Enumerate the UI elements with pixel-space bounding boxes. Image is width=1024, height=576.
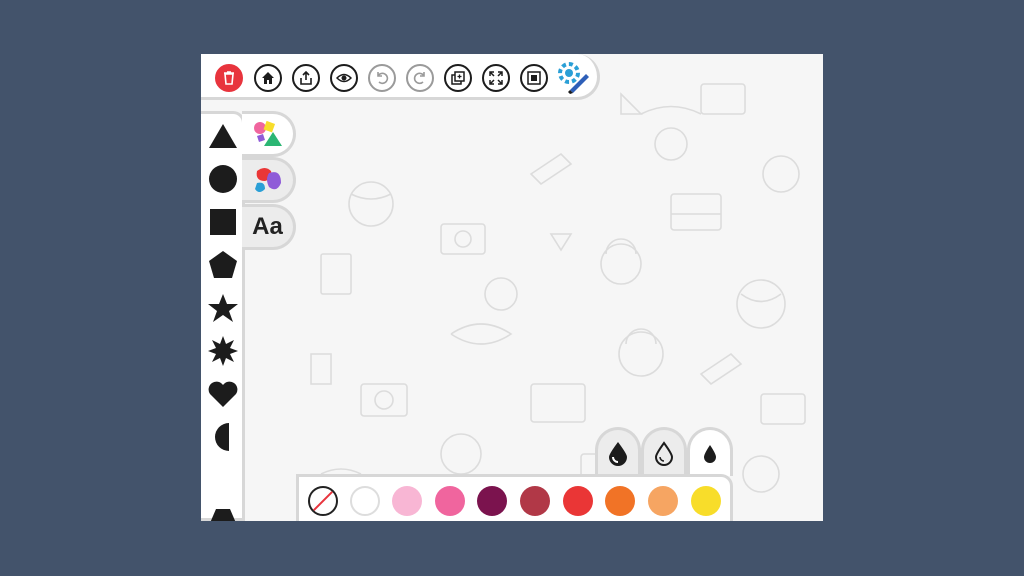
swatch-crimson[interactable] [520,486,550,516]
share-icon [300,70,312,85]
square-shape[interactable] [207,206,239,238]
crescent-shape[interactable] [207,464,239,496]
half-circle-shape[interactable] [207,421,239,453]
swatch-orange[interactable] [605,486,635,516]
text-tab-label: Aa [252,213,283,240]
swatch-light-orange[interactable] [648,486,678,516]
trapezoid-icon [210,509,236,521]
undo-button[interactable] [368,64,396,92]
expand-icon [489,71,503,85]
undo-icon [377,72,389,85]
opacity-full-tab[interactable] [595,427,641,476]
swatch-pink[interactable] [435,486,465,516]
triangle-shape[interactable] [207,120,239,152]
canvas-app: Aa [201,54,823,521]
tab-shapes[interactable] [242,111,296,157]
preview-button[interactable] [330,64,358,92]
blobs-icon [254,168,281,192]
swatch-white[interactable] [350,486,380,516]
fullscreen-button[interactable] [482,64,510,92]
duplicate-button[interactable] [444,64,472,92]
opacity-full-icon [609,442,627,466]
heart-icon [208,381,238,407]
star-icon [208,294,238,322]
duplicate-icon [451,71,465,85]
half-circle-icon [215,423,229,451]
tab-blobs[interactable] [242,157,296,203]
trapezoid-shape[interactable] [207,505,239,521]
opacity-outline-tab[interactable] [641,427,687,476]
shapes-icon [253,120,282,146]
pentagon-icon [209,251,237,278]
redo-icon [413,72,425,85]
home-button[interactable] [254,64,282,92]
redo-button[interactable] [406,64,434,92]
gear-pencil-icon [558,62,589,94]
circle-shape[interactable] [207,163,239,195]
square-icon [210,209,236,235]
swatch-no-color[interactable] [308,486,338,516]
layer-button[interactable] [520,64,548,92]
burst-shape[interactable] [207,335,239,367]
eye-icon [336,73,352,83]
opacity-solid-icon [704,445,716,463]
swatch-light-pink[interactable] [392,486,422,516]
tab-text[interactable]: Aa [242,204,296,250]
swatch-plum[interactable] [477,486,507,516]
trash-icon [224,71,234,85]
settings-button[interactable] [556,60,590,94]
home-icon [262,72,274,84]
delete-button[interactable] [215,64,243,92]
pentagon-shape[interactable] [207,249,239,281]
heart-shape[interactable] [207,378,239,410]
triangle-icon [209,124,237,148]
opacity-solid-tab[interactable] [687,427,733,476]
opacity-outline-icon [654,441,674,466]
top-toolbar [201,54,600,100]
circle-icon [209,165,237,193]
share-button[interactable] [292,64,320,92]
color-palette [296,474,733,521]
crescent-icon [216,467,229,493]
shape-sidebar [201,111,245,521]
burst-icon [208,336,238,366]
layer-icon [527,71,541,85]
swatch-yellow[interactable] [691,486,721,516]
star-shape[interactable] [207,292,239,324]
swatch-red[interactable] [563,486,593,516]
